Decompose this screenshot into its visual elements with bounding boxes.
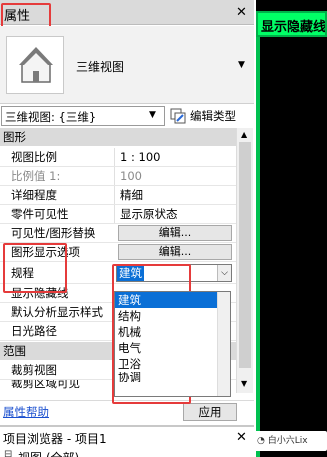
section-graphics[interactable]: 图形: [0, 128, 236, 146]
chevron-down-icon: ▼: [149, 110, 156, 120]
drawing-viewport[interactable]: 显示隐藏线: [256, 0, 327, 457]
instance-selector-value: 三维视图: {三维}: [5, 110, 97, 124]
chevron-down-icon[interactable]: ▼: [238, 60, 245, 70]
edit-type-label: 编辑类型: [190, 109, 236, 123]
property-name: 默认分析显示样式: [11, 305, 103, 319]
property-value[interactable]: 1 : 100: [114, 148, 236, 166]
property-name: 视图比例: [11, 150, 57, 164]
display-options-edit-button[interactable]: 编辑...: [118, 244, 232, 260]
properties-palette: 属性 ✕ 三维视图 ▼ 三维视图: {三维} ▼ 编辑类型 图形 视图比例 1 …: [0, 0, 254, 423]
instance-selector[interactable]: 三维视图: {三维} ▼: [1, 106, 165, 126]
scroll-down-icon[interactable]: ▼: [241, 379, 247, 388]
watermark-text: 白小六Lix: [267, 436, 308, 446]
dropdown-option[interactable]: 机械: [115, 324, 230, 340]
scrollbar-thumb[interactable]: [239, 142, 251, 368]
dropdown-option[interactable]: 结构: [115, 308, 230, 324]
property-name: 零件可见性: [11, 207, 69, 221]
section-graphics-label: 图形: [3, 130, 26, 144]
property-value[interactable]: 显示原状态: [114, 205, 236, 223]
type-selector[interactable]: 三维视图 ▼: [0, 26, 254, 104]
wechat-icon: ◔: [257, 436, 265, 446]
property-name: 详细程度: [11, 188, 57, 202]
property-name: 日光路径: [11, 324, 57, 338]
property-row: 比例值 1: 100: [0, 167, 236, 186]
property-row[interactable]: 视图比例 1 : 100: [0, 148, 236, 167]
dropdown-scrollbar[interactable]: [217, 292, 230, 396]
close-icon[interactable]: ✕: [236, 431, 247, 444]
property-value: 100: [114, 167, 236, 185]
type-name: 三维视图: [76, 60, 125, 74]
instance-row: 三维视图: {三维} ▼ 编辑类型: [0, 105, 254, 127]
dropdown-option[interactable]: 卫浴: [115, 356, 230, 372]
property-row[interactable]: 零件可见性 显示原状态: [0, 205, 236, 224]
property-value[interactable]: 精细: [114, 186, 236, 204]
property-name: 比例值 1:: [11, 169, 61, 183]
edit-type-button[interactable]: 编辑类型: [170, 106, 254, 126]
apply-button[interactable]: 应用: [183, 403, 237, 421]
title-highlight-box: [1, 3, 51, 28]
close-icon[interactable]: ✕: [236, 6, 247, 19]
properties-help-link[interactable]: 属性帮助: [3, 404, 49, 420]
browser-title: 项目浏览器 - 项目1: [3, 432, 107, 446]
chevron-down-icon[interactable]: ⌵: [217, 265, 231, 281]
discipline-highlight-box: [3, 243, 67, 293]
viewport-title: 显示隐藏线: [256, 11, 327, 37]
property-name: 可见性/图形替换: [11, 226, 96, 240]
section-range-label: 范围: [3, 344, 26, 358]
properties-scrollbar[interactable]: ▲ ▼: [236, 128, 253, 393]
project-browser: 项目浏览器 - 项目1 ✕ ⊟ 视图 (全部): [0, 425, 254, 457]
property-name: 裁剪区域可见: [11, 380, 80, 390]
watermark: ◔ 白小六Lix: [254, 431, 327, 451]
vg-edit-button[interactable]: 编辑...: [118, 225, 232, 241]
dropdown-option[interactable]: 建筑: [115, 292, 230, 308]
discipline-dropdown-list: 建筑 结构 机械 电气 卫浴 协调: [114, 291, 231, 397]
expand-icon[interactable]: ⊟: [4, 449, 12, 457]
palette-title-bar: 属性 ✕: [0, 0, 254, 28]
dropdown-option[interactable]: 电气: [115, 340, 230, 356]
dropdown-option[interactable]: 协调: [115, 372, 230, 382]
scroll-up-icon[interactable]: ▲: [241, 130, 247, 139]
edit-type-icon: [170, 108, 186, 124]
property-row[interactable]: 详细程度 精细: [0, 186, 236, 205]
property-name: 裁剪视图: [11, 363, 57, 377]
viewport-border: [256, 37, 260, 457]
property-row: 可见性/图形替换 编辑...: [0, 224, 236, 243]
browser-first-item[interactable]: 视图 (全部): [18, 449, 79, 457]
house-icon: [6, 36, 64, 94]
